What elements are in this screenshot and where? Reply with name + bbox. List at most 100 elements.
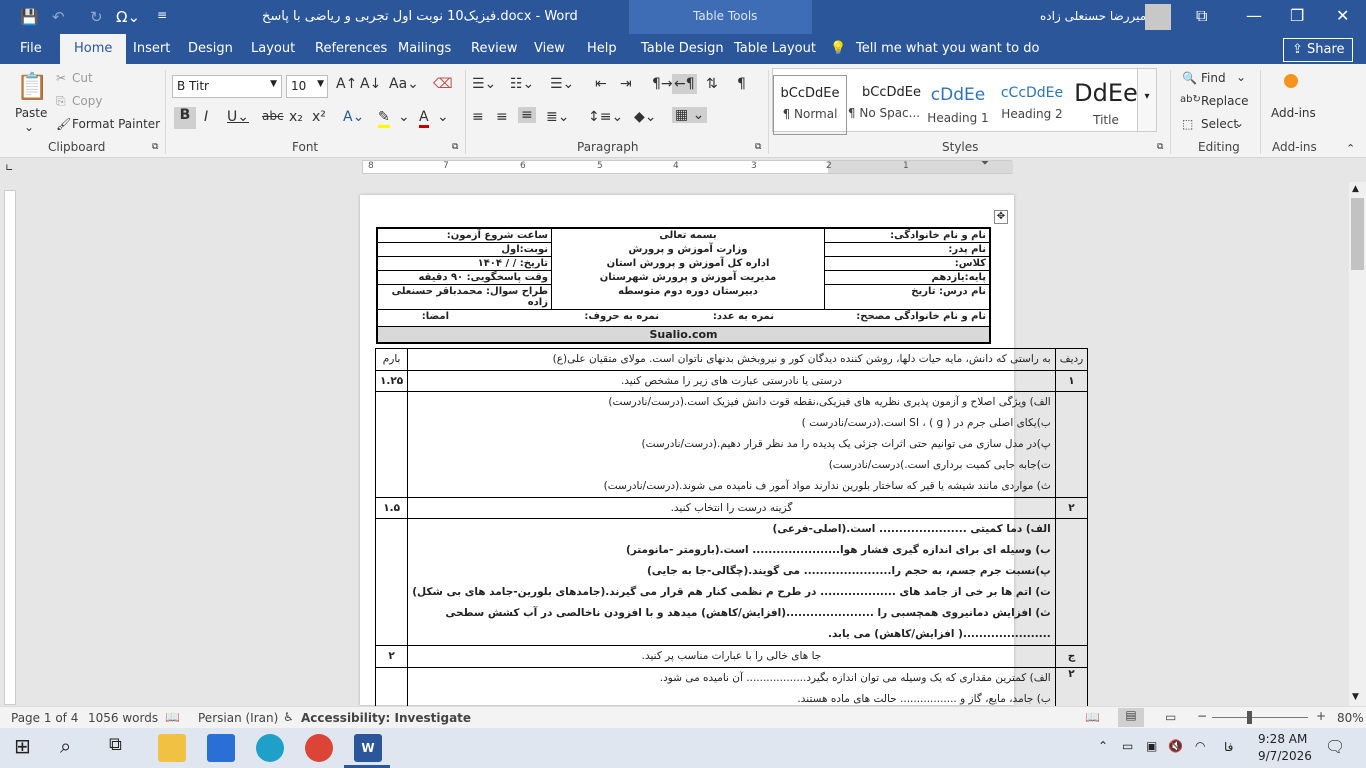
- battery-icon[interactable]: ▭: [1122, 739, 1133, 753]
- bullets-icon[interactable]: ☰⌄: [472, 76, 496, 92]
- class-cell[interactable]: کلاس:: [823, 256, 991, 271]
- list-item[interactable]: الف) دما کمیتی ...................... اس…: [412, 519, 1050, 540]
- course-cell[interactable]: نام درس: تاریخ: [823, 284, 991, 310]
- exam-start-cell[interactable]: ساعت شروع آزمون:: [376, 227, 552, 243]
- save-icon[interactable]: 💾: [20, 8, 39, 26]
- cut-button[interactable]: Cut: [72, 71, 93, 85]
- student-name-cell[interactable]: نام و نام خانوادگی:: [823, 227, 991, 243]
- list-item[interactable]: ث) مواردی مانند شیشه یا قیر که ساختار بل…: [412, 476, 1051, 497]
- list-item[interactable]: الف) کمترین مقداری که یک وسیله می توان ا…: [412, 668, 1051, 689]
- network-icon[interactable]: ◠: [1195, 739, 1205, 753]
- find-icon[interactable]: 🔍: [1182, 71, 1197, 85]
- italic-icon[interactable]: I: [204, 109, 208, 125]
- clock-date[interactable]: 9/7/2026: [1258, 749, 1312, 763]
- windows-start-icon[interactable]: ⊞: [14, 734, 42, 762]
- close-icon[interactable]: ✕: [1336, 6, 1349, 25]
- tab-table-layout[interactable]: Table Layout: [734, 41, 816, 56]
- avatar[interactable]: [1145, 4, 1171, 30]
- zoom-out-icon[interactable]: −: [1197, 709, 1207, 723]
- align-right-icon[interactable]: ≡: [518, 107, 536, 123]
- question-title[interactable]: درستی یا نادرستی عبارت های زیر را مشخص ک…: [407, 370, 1056, 392]
- change-case-icon[interactable]: Aa⌄: [389, 76, 419, 92]
- clock-time[interactable]: 9:28 AM: [1258, 732, 1307, 746]
- proofing-icon[interactable]: 📖: [165, 710, 180, 724]
- list-item[interactable]: ت)جابه جایی کمیت برداری است.)درست/نادرست…: [412, 455, 1051, 476]
- clear-formatting-icon[interactable]: ⌫: [433, 76, 453, 92]
- tab-home[interactable]: Home: [60, 34, 127, 64]
- meet-now-icon[interactable]: ▣: [1146, 739, 1157, 753]
- web-layout-icon[interactable]: ▭: [1165, 710, 1176, 724]
- list-item[interactable]: پ)در مدل سازی می توانیم حتی اثرات جزئی ی…: [412, 434, 1050, 455]
- show-marks-icon[interactable]: ¶: [737, 76, 746, 92]
- styles-more-icon[interactable]: ▾: [1137, 68, 1157, 132]
- intro-quote[interactable]: به راستی که دانش، مایه حیات دلها، روشن ک…: [407, 348, 1056, 371]
- tab-references[interactable]: References: [315, 41, 387, 56]
- question-title[interactable]: جا های خالی را با عبارات مناسب پر کنید.: [407, 645, 1056, 668]
- grow-font-icon[interactable]: A↑: [336, 76, 357, 92]
- symbol-icon[interactable]: Ω⌄: [116, 8, 140, 26]
- search-icon[interactable]: ⌕: [60, 734, 88, 762]
- highlight-dropdown-icon[interactable]: ⌄: [398, 109, 410, 125]
- list-item[interactable]: ب) وسیله ای برای اندازه گیری فشار هوا...…: [412, 540, 1051, 561]
- input-language[interactable]: فا: [1224, 740, 1233, 754]
- font-color-dropdown-icon[interactable]: ⌄: [437, 109, 449, 125]
- print-layout-icon[interactable]: ▤: [1118, 708, 1144, 727]
- redo-icon[interactable]: ↻: [90, 8, 103, 26]
- paste-dropdown-icon[interactable]: ⌄: [24, 120, 34, 134]
- restore-icon[interactable]: ❐: [1290, 6, 1304, 25]
- tab-selector-icon[interactable]: ∟: [5, 163, 13, 174]
- strikethrough-icon[interactable]: abc: [262, 109, 284, 123]
- tab-file[interactable]: File: [20, 41, 42, 56]
- style-title[interactable]: DdEe Title: [1069, 75, 1143, 135]
- list-item[interactable]: ب)یکای اصلی جرم در SI ، ( g ) است.(درست/…: [412, 413, 1051, 434]
- tab-design[interactable]: Design: [188, 41, 233, 56]
- collapse-ribbon-icon[interactable]: ⌃: [1346, 142, 1355, 155]
- indent-marker-icon[interactable]: ⏷: [981, 158, 989, 169]
- increase-indent-icon[interactable]: ⇥: [620, 76, 632, 92]
- zoom-level[interactable]: 80%: [1337, 711, 1364, 725]
- customize-qat-icon[interactable]: ≡: [157, 8, 167, 22]
- tell-me-search[interactable]: Tell me what you want to do: [856, 41, 1039, 56]
- font-size-combobox[interactable]: 10 ▼: [286, 75, 328, 98]
- task-view-icon[interactable]: ⧉: [109, 734, 137, 762]
- table-move-handle-icon[interactable]: ✥: [994, 210, 1008, 224]
- bold-icon[interactable]: B: [174, 107, 196, 129]
- list-item[interactable]: پ)نسبت جرم جسم، به حجم را...............…: [412, 561, 1051, 582]
- highlight-icon[interactable]: ✎: [378, 109, 390, 128]
- minimize-icon[interactable]: —: [1246, 6, 1262, 25]
- undo-icon[interactable]: ↶: [52, 8, 65, 26]
- zoom-slider[interactable]: [1212, 717, 1308, 718]
- date-cell[interactable]: تاریخ: / / ۱۴۰۴: [376, 256, 552, 271]
- styles-launcher-icon[interactable]: ⧉: [1157, 142, 1163, 152]
- scrollbar-thumb[interactable]: [1351, 198, 1364, 270]
- font-launcher-icon[interactable]: ⧉: [452, 142, 458, 152]
- list-item[interactable]: ......................( افزایش/کاهش) می …: [412, 624, 1051, 645]
- accessibility-status[interactable]: Accessibility: Investigate: [301, 711, 471, 725]
- style-heading-1[interactable]: cDdEe Heading 1: [921, 75, 995, 135]
- ltr-icon[interactable]: ¶→: [652, 76, 673, 92]
- grade-cell[interactable]: پایه:یازدهم: [823, 270, 991, 285]
- read-mode-icon[interactable]: 📖: [1085, 710, 1100, 724]
- numbering-icon[interactable]: ☷⌄: [510, 76, 534, 92]
- rtl-icon[interactable]: ←¶: [672, 74, 697, 94]
- multilevel-list-icon[interactable]: ☰⌄: [550, 76, 574, 92]
- list-item[interactable]: ث) افزایش دمانیروی همچسبی را ...........…: [412, 603, 1050, 624]
- font-name-combobox[interactable]: B Titr ▼: [172, 75, 282, 98]
- term-cell[interactable]: نوبت:اول: [376, 242, 552, 257]
- tab-help[interactable]: Help: [587, 41, 617, 56]
- line-spacing-icon[interactable]: ↕≡⌄: [588, 109, 623, 125]
- chrome-icon[interactable]: [305, 734, 333, 762]
- select-icon[interactable]: ⬚: [1182, 117, 1193, 131]
- style-normal[interactable]: bCcDdEe ¶ Normal: [773, 75, 847, 135]
- scroll-down-icon[interactable]: ▼: [1352, 692, 1359, 702]
- add-ins-button[interactable]: Add-ins: [1271, 106, 1316, 120]
- replace-icon[interactable]: ab↻: [1180, 94, 1201, 105]
- question-title[interactable]: گزینه درست را انتخاب کنید.: [407, 497, 1056, 519]
- zoom-in-icon[interactable]: +: [1316, 709, 1326, 723]
- notifications-icon[interactable]: 🗨: [1325, 737, 1345, 756]
- share-button[interactable]: ⇪ Share: [1283, 38, 1353, 62]
- select-dropdown-icon[interactable]: ⌄: [1234, 116, 1244, 130]
- tab-view[interactable]: View: [534, 41, 565, 56]
- format-painter-button[interactable]: Format Painter: [72, 117, 160, 131]
- tray-chevron-icon[interactable]: ⌃: [1098, 739, 1108, 753]
